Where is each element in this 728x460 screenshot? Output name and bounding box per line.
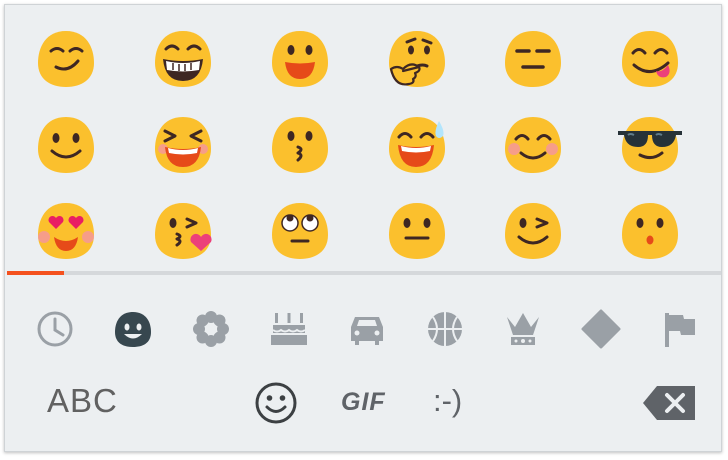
emoji-neutral-face[interactable] bbox=[385, 197, 449, 261]
category-activity-ball-icon[interactable] bbox=[423, 307, 467, 351]
emoji-keyboard: ABC GIF :-) bbox=[4, 4, 722, 452]
category-nature-flower-icon[interactable] bbox=[189, 307, 233, 351]
emoji-smiling-face-open-mouth[interactable] bbox=[268, 25, 332, 89]
scroll-indicator bbox=[7, 271, 721, 275]
emoji-smiling-face-blushing[interactable] bbox=[501, 111, 565, 175]
emoji-thinking-face[interactable] bbox=[385, 25, 449, 89]
emoji-heart-eyes-face[interactable] bbox=[34, 197, 98, 261]
emoji-grid bbox=[5, 5, 721, 271]
emoji-grinning-face-with-teeth[interactable] bbox=[151, 25, 215, 89]
emoji-hushed-face[interactable] bbox=[618, 197, 682, 261]
category-flags-icon[interactable] bbox=[657, 307, 701, 351]
category-recent-clock-icon[interactable] bbox=[33, 307, 77, 351]
emoji-face-with-rolling-eyes[interactable] bbox=[268, 197, 332, 261]
emoji-face-savoring-food[interactable] bbox=[618, 25, 682, 89]
emoji-slightly-smiling-face[interactable] bbox=[34, 111, 98, 175]
abc-keyboard-button[interactable]: ABC bbox=[47, 381, 127, 421]
emoji-kissing-face[interactable] bbox=[268, 111, 332, 175]
emoticon-button[interactable]: :-) bbox=[433, 381, 483, 421]
emoji-smirking-face[interactable] bbox=[34, 25, 98, 89]
category-objects-crown-icon[interactable] bbox=[501, 307, 545, 351]
emoji-expressionless-face[interactable] bbox=[501, 25, 565, 89]
emoji-key-smiley-icon[interactable] bbox=[253, 380, 299, 426]
emoji-smiling-face-with-sunglasses[interactable] bbox=[618, 111, 682, 175]
emoji-grinning-face-with-sweat[interactable] bbox=[385, 111, 449, 175]
emoji-laughing-squinting-face[interactable] bbox=[151, 111, 215, 175]
gif-button[interactable]: GIF bbox=[341, 385, 397, 419]
emoji-face-blowing-kiss[interactable] bbox=[151, 197, 215, 261]
scroll-indicator-thumb bbox=[7, 271, 64, 275]
category-symbols-diamond-icon[interactable] bbox=[579, 307, 623, 351]
backspace-icon[interactable] bbox=[641, 383, 697, 423]
category-smileys-icon[interactable] bbox=[111, 307, 155, 351]
category-travel-car-icon[interactable] bbox=[345, 307, 389, 351]
category-food-cake-icon[interactable] bbox=[267, 307, 311, 351]
emoji-winking-face[interactable] bbox=[501, 197, 565, 261]
